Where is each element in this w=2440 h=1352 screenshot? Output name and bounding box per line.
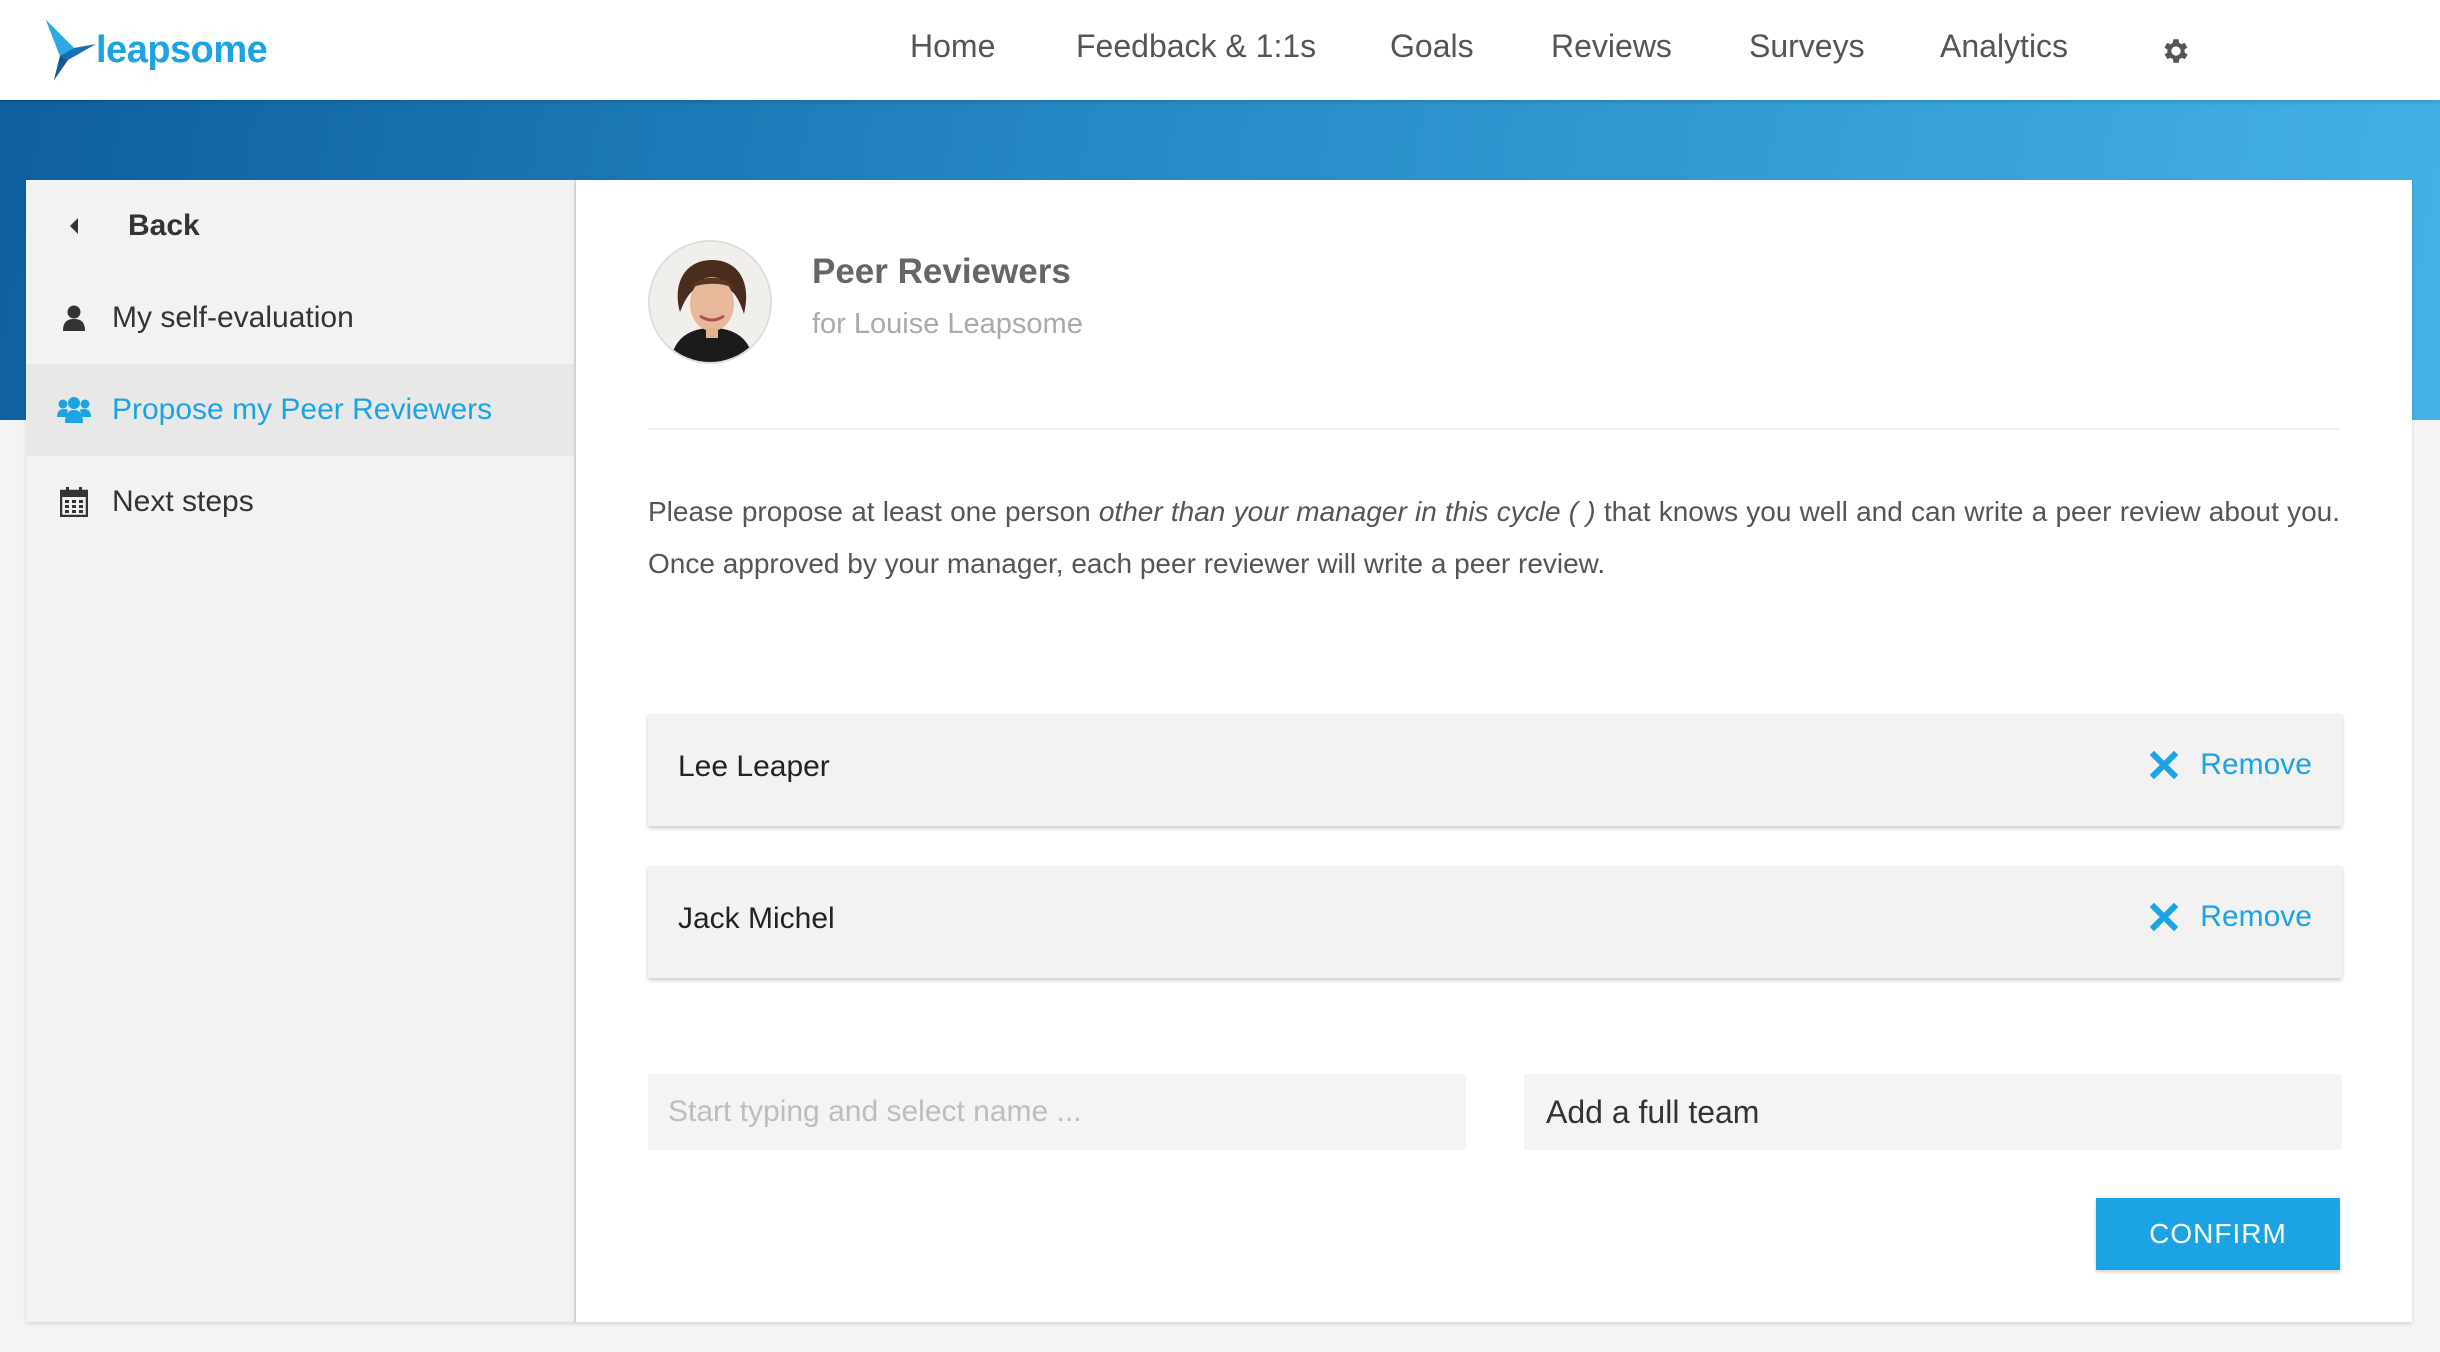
instructions-emphasis: other than your manager in this cycle ( … [1098, 496, 1596, 527]
reviewer-search-input[interactable] [648, 1074, 1466, 1150]
main-nav: Home Feedback & 1:1s Goals Reviews Surve… [0, 0, 2440, 100]
close-icon [2150, 751, 2179, 779]
users-icon [54, 390, 94, 430]
remove-label: Remove [2200, 748, 2312, 781]
sidebar-item-label: My self-evaluation [112, 301, 354, 334]
reviewer-name: Lee Leaper [678, 750, 830, 783]
sidebar-item-self-evaluation[interactable]: My self-evaluation [26, 272, 574, 364]
sidebar: Back My self-evaluation Propose my Peer … [26, 180, 576, 1322]
nav-goals[interactable]: Goals [1390, 28, 1474, 65]
avatar [648, 240, 772, 364]
nav-reviews[interactable]: Reviews [1551, 28, 1672, 65]
remove-label: Remove [2200, 900, 2312, 933]
page-title: Peer Reviewers [812, 252, 1071, 291]
nav-home[interactable]: Home [910, 28, 995, 65]
nav-feedback[interactable]: Feedback & 1:1s [1076, 28, 1316, 65]
team-select-label: Add a full team [1546, 1093, 1760, 1130]
close-icon [2150, 903, 2179, 931]
divider [648, 428, 2340, 430]
remove-reviewer-button[interactable]: Remove [2150, 748, 2312, 782]
instructions-text: Please propose at least one person other… [648, 486, 2340, 590]
sidebar-item-peer-reviewers[interactable]: Propose my Peer Reviewers [26, 364, 574, 456]
nav-surveys[interactable]: Surveys [1749, 28, 1865, 65]
top-navbar: leapsome Home Feedback & 1:1s Goals Revi… [0, 0, 2440, 100]
reviewer-name: Jack Michel [678, 902, 835, 935]
add-full-team-select[interactable]: Add a full team [1524, 1074, 2342, 1150]
back-label: Back [128, 209, 200, 242]
calendar-icon [54, 482, 94, 522]
nav-analytics[interactable]: Analytics [1940, 28, 2068, 65]
sidebar-item-label: Next steps [112, 485, 254, 518]
caret-left-icon [54, 206, 94, 246]
reviewer-row: Lee Leaper Remove [648, 714, 2342, 826]
back-button[interactable]: Back [26, 180, 574, 272]
instructions-before: Please propose at least one person [648, 496, 1099, 527]
page-subtitle: for Louise Leapsome [812, 308, 1083, 340]
sidebar-item-label: Propose my Peer Reviewers [112, 393, 493, 426]
reviewer-row: Jack Michel Remove [648, 866, 2342, 978]
user-icon [54, 298, 94, 338]
remove-reviewer-button[interactable]: Remove [2150, 900, 2312, 934]
gear-icon[interactable] [2160, 35, 2192, 67]
confirm-button[interactable]: CONFIRM [2096, 1198, 2340, 1270]
main-card: Peer Reviewers for Louise Leapsome Pleas… [576, 180, 2412, 1322]
sidebar-item-next-steps[interactable]: Next steps [26, 456, 574, 548]
